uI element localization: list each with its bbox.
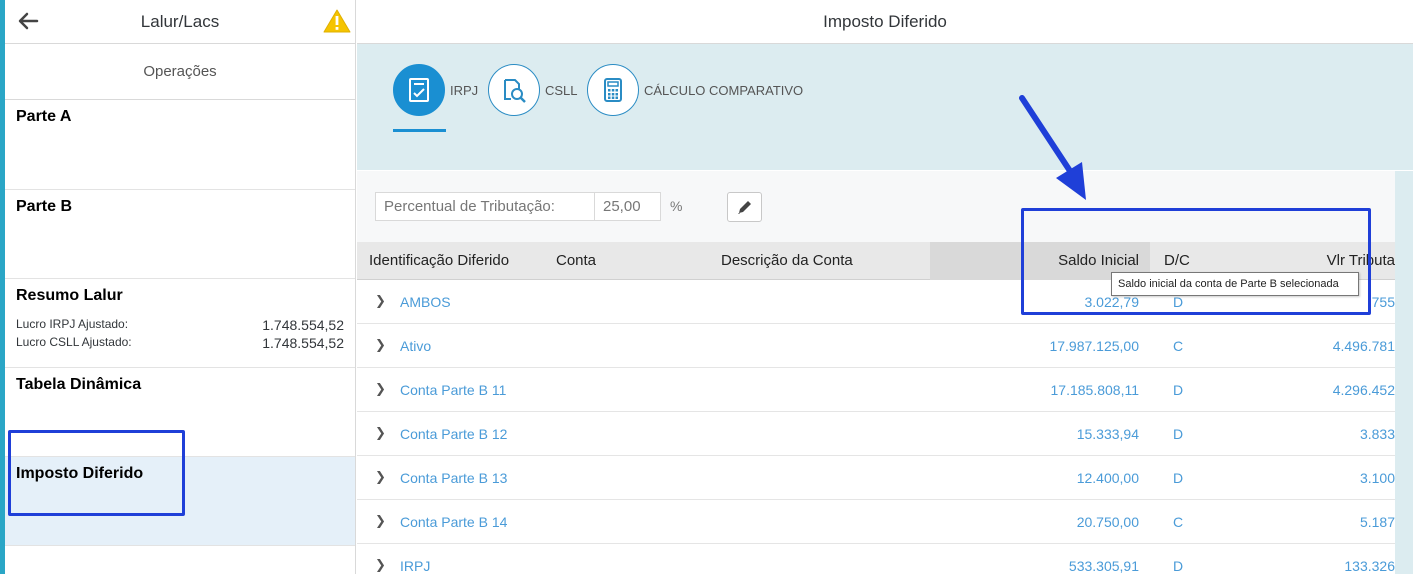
nav-item-label: Parte A xyxy=(16,108,72,125)
resumo-values: Lucro IRPJ Ajustado: 1.748.554,52 Lucro … xyxy=(16,317,344,351)
row-vlr: 133.326 xyxy=(1344,558,1395,574)
percent-value-input[interactable]: 25,00 xyxy=(594,192,661,221)
row-dc: D xyxy=(1173,558,1184,574)
table-row[interactable]: ❯ Conta Parte B 13 12.400,00 D 3.100 xyxy=(357,456,1395,500)
tab-calculo-label: CÁLCULO COMPARATIVO xyxy=(644,82,804,98)
row-ident[interactable]: Conta Parte B 12 xyxy=(400,426,507,442)
resumo-irpj-label: Lucro IRPJ Ajustado: xyxy=(16,317,129,331)
table-row[interactable]: ❯ Conta Parte B 12 15.333,94 D 3.833 xyxy=(357,412,1395,456)
row-vlr: 4.296.452 xyxy=(1332,382,1395,398)
scrollbar-track[interactable] xyxy=(1395,171,1413,574)
expand-chevron-icon[interactable]: ❯ xyxy=(375,469,386,485)
resumo-irpj-row: Lucro IRPJ Ajustado: 1.748.554,52 xyxy=(16,317,344,333)
col-header-descricao[interactable]: Descrição da Conta xyxy=(721,252,853,269)
expand-chevron-icon[interactable]: ❯ xyxy=(375,513,386,529)
left-panel-title: Lalur/Lacs xyxy=(140,12,220,31)
nav-item-parte-b[interactable]: Parte B xyxy=(5,190,355,279)
row-vlr: 755 xyxy=(1371,294,1395,310)
nav-item-resumo-lalur[interactable]: Resumo Lalur Lucro IRPJ Ajustado: 1.748.… xyxy=(5,279,355,368)
row-ident[interactable]: Conta Parte B 11 xyxy=(400,382,506,398)
tab-bar: IRPJ CSLL CÁLCULO COMPARATIVO xyxy=(357,44,1413,170)
expand-chevron-icon[interactable]: ❯ xyxy=(375,557,386,573)
table-body: ❯ AMBOS 3.022,79 D 755 ❯ Ativo 17.987.12… xyxy=(357,280,1395,574)
document-check-icon xyxy=(409,78,429,102)
highlight-box-nav xyxy=(8,430,185,516)
row-saldo: 533.305,91 xyxy=(1068,558,1139,574)
expand-chevron-icon[interactable]: ❯ xyxy=(375,381,386,397)
pencil-icon xyxy=(737,201,751,214)
row-dc: C xyxy=(1173,514,1184,530)
resumo-irpj-value: 1.748.554,52 xyxy=(262,317,344,333)
nav-item-label: Tabela Dinâmica xyxy=(16,376,142,393)
edit-button[interactable] xyxy=(727,192,762,222)
highlight-box-saldo xyxy=(1021,208,1371,315)
row-vlr: 3.833 xyxy=(1359,426,1395,442)
row-saldo: 17.185.808,11 xyxy=(1050,382,1140,398)
expand-chevron-icon[interactable]: ❯ xyxy=(375,337,386,353)
row-vlr: 4.496.781 xyxy=(1332,338,1395,354)
annotation-arrow-icon xyxy=(1019,95,1086,200)
row-vlr: 3.100 xyxy=(1359,470,1395,486)
row-ident[interactable]: Ativo xyxy=(400,338,431,354)
row-dc: D xyxy=(1173,382,1184,398)
row-dc: D xyxy=(1173,426,1184,442)
left-header: Lalur/Lacs xyxy=(5,0,355,44)
document-search-icon xyxy=(504,79,526,103)
row-vlr: 5.187 xyxy=(1359,514,1395,530)
resumo-csll-value: 1.748.554,52 xyxy=(262,335,344,351)
expand-chevron-icon[interactable]: ❯ xyxy=(375,425,386,441)
percent-unit: % xyxy=(670,198,683,214)
row-saldo: 17.987.125,00 xyxy=(1049,338,1139,354)
row-saldo: 20.750,00 xyxy=(1076,514,1139,530)
warning-icon[interactable] xyxy=(323,8,351,34)
resumo-csll-row: Lucro CSLL Ajustado: 1.748.554,52 xyxy=(16,335,344,351)
tab-calculo-circle xyxy=(587,64,639,116)
row-ident[interactable]: Conta Parte B 13 xyxy=(400,470,507,486)
table-row[interactable]: ❯ IRPJ 533.305,91 D 133.326 xyxy=(357,544,1395,574)
nav-item-label: Resumo Lalur xyxy=(16,287,123,304)
tab-irpj-label: IRPJ xyxy=(450,82,479,98)
tab-csll-circle xyxy=(488,64,540,116)
row-ident[interactable]: AMBOS xyxy=(400,294,451,310)
col-header-conta[interactable]: Conta xyxy=(556,252,596,269)
col-header-identificacao[interactable]: Identificação Diferido xyxy=(369,252,509,269)
row-ident[interactable]: IRPJ xyxy=(400,558,430,574)
calculator-icon xyxy=(604,78,622,102)
operations-link[interactable]: Operações xyxy=(5,44,355,100)
tab-csll[interactable]: CSLL xyxy=(488,64,578,116)
row-dc: D xyxy=(1173,470,1184,486)
tab-irpj[interactable]: IRPJ xyxy=(393,64,478,116)
table-row[interactable]: ❯ Conta Parte B 11 17.185.808,11 D 4.296… xyxy=(357,368,1395,412)
resumo-csll-label: Lucro CSLL Ajustado: xyxy=(16,335,132,349)
table-row[interactable]: ❯ Ativo 17.987.125,00 C 4.496.781 xyxy=(357,324,1395,368)
active-tab-indicator xyxy=(393,129,446,132)
row-dc: C xyxy=(1173,338,1184,354)
row-saldo: 12.400,00 xyxy=(1076,470,1139,486)
tab-calculo-comparativo[interactable]: CÁLCULO COMPARATIVO xyxy=(587,64,803,116)
percent-label-field: Percentual de Tributação: xyxy=(375,192,595,221)
row-saldo: 15.333,94 xyxy=(1076,426,1139,442)
nav-item-parte-a[interactable]: Parte A xyxy=(5,100,355,190)
tab-csll-label: CSLL xyxy=(545,82,578,98)
row-ident[interactable]: Conta Parte B 14 xyxy=(400,514,507,530)
expand-chevron-icon[interactable]: ❯ xyxy=(375,293,386,309)
nav-item-label: Parte B xyxy=(16,198,73,215)
tab-irpj-circle xyxy=(393,64,445,116)
table-row[interactable]: ❯ Conta Parte B 14 20.750,00 C 5.187 xyxy=(357,500,1395,544)
page-title: Imposto Diferido xyxy=(357,0,1413,44)
